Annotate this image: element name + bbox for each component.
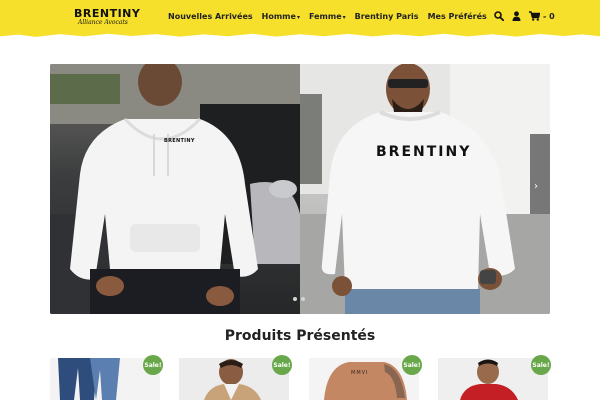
carousel-dot-1[interactable]	[293, 297, 297, 301]
sweatshirt-print: BRENTINY	[376, 144, 472, 160]
chest-tattoo-text: MMVI	[351, 370, 369, 376]
hoodie-print: BRENTINY	[164, 138, 195, 144]
cart-count: - 0	[543, 11, 555, 21]
header-icons: - 0	[494, 11, 555, 21]
sale-badge: Sale!	[402, 355, 422, 375]
nav-item-brentiny-paris[interactable]: Brentiny Paris	[355, 12, 419, 21]
sweatshirt-model-image	[300, 64, 550, 314]
search-icon[interactable]	[494, 11, 504, 21]
chevron-right-icon[interactable]: ›	[534, 181, 538, 192]
brand-logo[interactable]: BRENTINY Alliance Avocats	[74, 7, 141, 27]
hoodie-model-image	[50, 64, 300, 314]
carousel-slide-hoodie: BRENTINY	[50, 64, 300, 314]
cart-icon	[529, 11, 540, 21]
featured-products-title: Produits Présentés	[224, 328, 376, 344]
carousel-slide-sweatshirt: BRENTINY	[300, 64, 550, 314]
carousel-dot-2[interactable]	[301, 297, 305, 301]
sale-badge: Sale!	[531, 355, 551, 375]
cart-button[interactable]: - 0	[529, 11, 555, 21]
nav-item-homme[interactable]: Homme▾	[262, 12, 300, 21]
nav-item-mes-preferes[interactable]: Mes Préférés	[428, 12, 487, 21]
brand-tagline: Alliance Avocats	[78, 19, 128, 26]
sale-badge: Sale!	[143, 355, 163, 375]
brand-name: BRENTINY	[74, 7, 141, 20]
caret-down-icon: ▾	[296, 14, 300, 21]
main-nav: Nouvelles Arrivées Homme▾ Femme▾ Brentin…	[168, 12, 487, 21]
nav-item-femme[interactable]: Femme▾	[309, 12, 346, 21]
nav-item-nouvelles-arrivees[interactable]: Nouvelles Arrivées	[168, 12, 253, 21]
product-grid: Sale! Sale! MMVI Sale! Sale!	[50, 355, 551, 400]
caret-down-icon: ▾	[342, 14, 346, 21]
sale-badge: Sale!	[272, 355, 292, 375]
hero-carousel[interactable]: BRENTINY BRENTINY	[50, 64, 550, 314]
user-icon[interactable]	[512, 11, 521, 21]
carousel-indicators	[293, 297, 305, 301]
